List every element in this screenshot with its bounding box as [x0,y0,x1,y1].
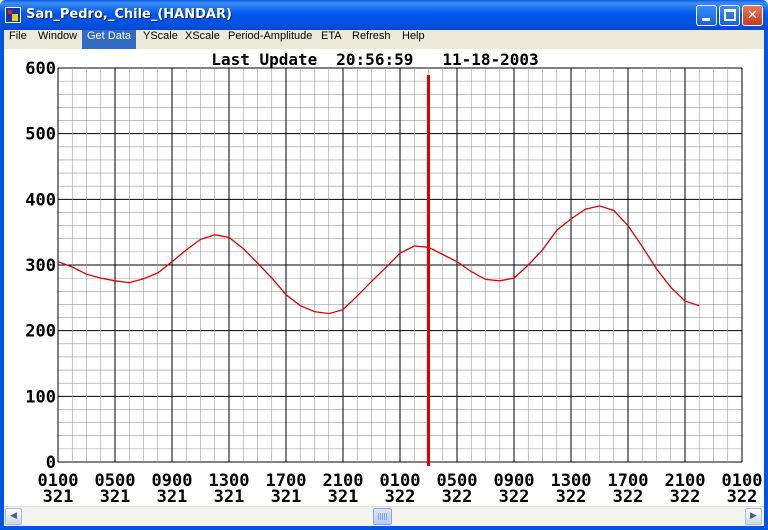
window-bottom-border [0,526,768,530]
x-tick-day-label: 322 [499,487,530,506]
menu-get-data[interactable]: Get Data [82,30,137,49]
last-update-status: Last Update 20:56:59 11-18-2003 [211,50,538,69]
menu-help[interactable]: Help [397,30,430,49]
app-icon[interactable] [5,7,21,23]
scroll-left-button[interactable]: ◀ [5,508,22,525]
y-tick-label: 200 [25,322,56,342]
last-update-label: Last Update [211,50,317,69]
chevron-left-icon: ◀ [10,511,17,521]
menu-file[interactable]: File [4,30,32,49]
maximize-button[interactable] [719,5,740,26]
x-tick-day-label: 321 [157,487,188,506]
horizontal-scrollbar[interactable]: ◀ ▶ [4,506,764,526]
tide-chart: 0 100 200 300 400 500 600 01003210500321090032… [25,50,763,506]
y-axis-labels: 0 100 200 300 400 500 600 [25,59,56,473]
x-tick-day-label: 322 [613,487,644,506]
y-tick-label: 0 [46,453,56,473]
y-tick-label: 600 [25,59,56,79]
y-tick-label: 500 [25,125,56,145]
x-tick-day-label: 321 [214,487,245,506]
menu-window[interactable]: Window [33,30,82,49]
last-update-time: 20:56:59 [336,50,413,69]
minimize-button[interactable] [696,5,717,26]
x-tick-day-label: 321 [100,487,131,506]
last-update-date: 11-18-2003 [442,50,538,69]
x-tick-day-label: 321 [328,487,359,506]
scroll-right-button[interactable]: ▶ [745,508,762,525]
title-bar[interactable]: San_Pedro,_Chile_(HANDAR) ✕ [0,0,768,30]
x-tick-day-label: 322 [670,487,701,506]
water-level-line [57,205,700,315]
chart-area[interactable]: 0 100 200 300 400 500 600 0100 321 0500 321 0900 32… [4,49,764,506]
maximize-icon [724,9,736,21]
chart-grid [57,67,743,463]
menu-xscale[interactable]: XScale [180,30,225,49]
x-tick-day-label: 322 [727,487,758,506]
menu-bar: File Window Get Data YScale XScale Perio… [4,30,764,49]
x-tick-day-label: 322 [385,487,416,506]
x-axis-labels: 0100321050032109003211300321170032121003… [38,471,763,506]
menu-yscale[interactable]: YScale [138,30,183,49]
x-tick-day-label: 322 [442,487,473,506]
y-tick-label: 100 [25,387,56,407]
y-tick-label: 400 [25,190,56,210]
close-icon: ✕ [747,8,758,23]
y-tick-label: 300 [25,256,56,276]
menu-eta[interactable]: ETA [316,30,347,49]
close-button[interactable]: ✕ [742,5,763,26]
x-tick-day-label: 321 [271,487,302,506]
menu-period-amplitude[interactable]: Period-Amplitude [223,30,317,49]
minimize-icon [702,18,710,21]
chevron-right-icon: ▶ [750,511,757,521]
scroll-thumb[interactable] [373,508,392,525]
x-tick-day-label: 322 [556,487,587,506]
window-title: San_Pedro,_Chile_(HANDAR) [26,7,232,22]
grip-icon [378,513,387,520]
x-tick-day-label: 321 [43,487,74,506]
menu-refresh[interactable]: Refresh [347,30,396,49]
